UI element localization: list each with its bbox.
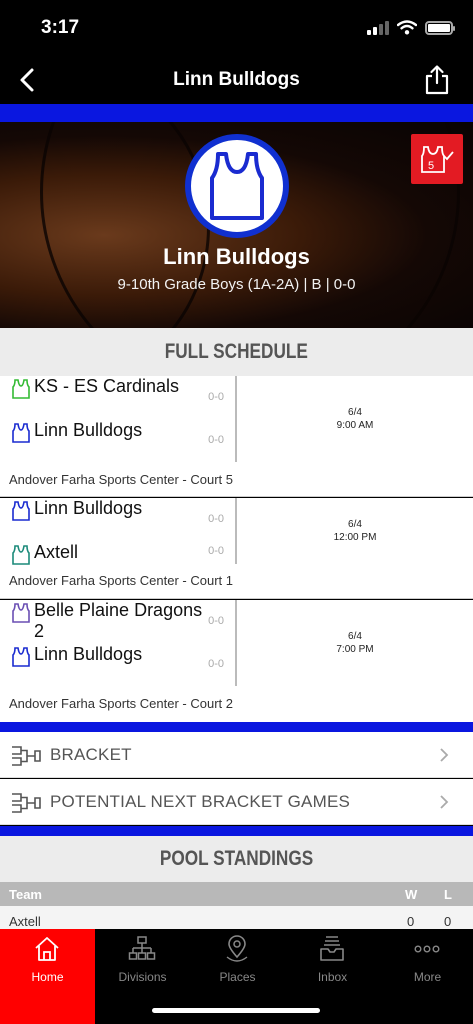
tab-more[interactable]: More xyxy=(380,929,473,1024)
schedule-title: FULL SCHEDULE xyxy=(164,340,309,363)
accent-stripe-top xyxy=(0,104,473,122)
jersey-icon xyxy=(210,152,264,220)
game-datetime: 6/4 9:00 AM xyxy=(237,406,473,432)
chevron-right-icon xyxy=(440,748,449,762)
team-name: Linn Bulldogs xyxy=(163,244,310,269)
standings-header: POOL STANDINGS xyxy=(0,836,473,882)
game-card[interactable]: Linn Bulldogs 0-0 Axtell 0-0 6/4 12:00 P… xyxy=(0,498,473,599)
standings-column-header: Team W L xyxy=(0,882,473,906)
status-time: 3:17 xyxy=(41,17,80,38)
potential-games-label: POTENTIAL NEXT BRACKET GAMES xyxy=(50,792,351,811)
game-time: 12:00 PM xyxy=(333,532,377,543)
share-button[interactable] xyxy=(423,64,451,96)
more-icon xyxy=(414,945,440,953)
chevron-right-icon xyxy=(440,795,449,809)
team-jersey-icon xyxy=(12,423,30,443)
standings-row[interactable]: Axtell 0 0 xyxy=(0,906,473,930)
game-card[interactable]: KS - ES Cardinals 0-0 Linn Bulldogs 0-0 … xyxy=(0,376,473,497)
tab-label: Home xyxy=(31,970,64,984)
team-score: 0-0 xyxy=(208,658,224,670)
game-date: 6/4 xyxy=(348,407,362,418)
bracket-label: BRACKET xyxy=(50,745,132,764)
team-score: 0-0 xyxy=(208,615,224,627)
standings-title: POOL STANDINGS xyxy=(159,847,314,870)
svg-text:5: 5 xyxy=(428,160,434,172)
team-hero: 5 Linn Bulldogs 9-10th Grade Boys (1A-2A… xyxy=(0,122,473,328)
favorite-team-button[interactable]: 5 xyxy=(411,134,463,184)
nav-bar: Linn Bulldogs xyxy=(0,56,473,104)
team-subtitle: 9-10th Grade Boys (1A-2A) | B | 0-0 xyxy=(117,276,356,293)
game-team: Linn Bulldogs 0-0 xyxy=(10,644,232,686)
column-losses: L xyxy=(444,887,452,902)
cellular-signal-icon xyxy=(367,20,389,35)
game-datetime: 6/4 7:00 PM xyxy=(237,630,473,656)
game-venue: Andover Farha Sports Center - Court 5 xyxy=(9,472,233,487)
game-datetime: 6/4 12:00 PM xyxy=(237,518,473,544)
team-jersey-icon xyxy=(12,379,30,399)
jersey-check-icon: 5 xyxy=(421,146,454,173)
game-team: KS - ES Cardinals 0-0 xyxy=(10,376,232,420)
game-venue: Andover Farha Sports Center - Court 2 xyxy=(9,696,233,711)
game-venue: Andover Farha Sports Center - Court 1 xyxy=(9,573,233,588)
divisions-icon xyxy=(128,936,156,960)
team-name: Linn Bulldogs xyxy=(34,420,143,440)
game-time: 9:00 AM xyxy=(336,420,374,431)
accent-stripe-mid xyxy=(0,722,473,732)
standings-team: Axtell xyxy=(9,914,41,929)
team-name: Belle Plaine Dragons 2 xyxy=(34,600,203,641)
tab-label: Inbox xyxy=(317,970,348,984)
game-date: 6/4 xyxy=(348,631,362,642)
column-team: Team xyxy=(9,887,42,902)
accent-stripe-bottom xyxy=(0,826,473,836)
team-score: 0-0 xyxy=(208,513,224,525)
bracket-icon xyxy=(12,746,41,766)
team-jersey-icon xyxy=(12,647,30,667)
tab-label: Places xyxy=(219,970,256,984)
team-score: 0-0 xyxy=(208,391,224,403)
team-name: Axtell xyxy=(34,542,79,562)
team-logo xyxy=(185,134,289,238)
team-name: Linn Bulldogs xyxy=(34,498,143,518)
team-jersey-icon xyxy=(12,501,30,521)
inbox-icon xyxy=(320,936,344,961)
team-jersey-icon xyxy=(12,545,30,565)
game-team: Belle Plaine Dragons 2 0-0 xyxy=(10,600,232,644)
team-jersey-icon xyxy=(12,603,30,623)
tab-label: Divisions xyxy=(118,970,167,984)
schedule-header: FULL SCHEDULE xyxy=(0,328,473,376)
status-icons xyxy=(367,20,455,35)
game-team: Linn Bulldogs 0-0 xyxy=(10,420,232,462)
standings-losses: 0 xyxy=(444,914,452,929)
game-team: Linn Bulldogs 0-0 xyxy=(10,498,232,542)
tab-home[interactable]: Home xyxy=(0,929,95,1024)
status-bar: 3:17 xyxy=(0,0,473,56)
game-time: 7:00 PM xyxy=(336,644,374,655)
standings-wins: 0 xyxy=(407,914,415,929)
home-indicator xyxy=(152,1008,320,1013)
map-pin-icon xyxy=(226,935,248,962)
team-score: 0-0 xyxy=(208,545,224,557)
potential-games-link[interactable]: POTENTIAL NEXT BRACKET GAMES xyxy=(0,779,473,825)
team-score: 0-0 xyxy=(208,434,224,446)
tab-label: More xyxy=(413,970,442,984)
bracket-link[interactable]: BRACKET xyxy=(0,732,473,778)
home-icon xyxy=(35,937,59,961)
battery-icon xyxy=(425,20,455,35)
game-team: Axtell 0-0 xyxy=(10,542,232,565)
game-card[interactable]: Belle Plaine Dragons 2 0-0 Linn Bulldogs… xyxy=(0,600,473,722)
nav-title: Linn Bulldogs xyxy=(173,69,300,90)
team-name: KS - ES Cardinals xyxy=(34,376,180,396)
game-date: 6/4 xyxy=(348,519,362,530)
wifi-icon xyxy=(397,20,417,35)
column-wins: W xyxy=(405,887,418,902)
bracket-icon xyxy=(12,793,41,813)
team-name: Linn Bulldogs xyxy=(34,644,143,664)
